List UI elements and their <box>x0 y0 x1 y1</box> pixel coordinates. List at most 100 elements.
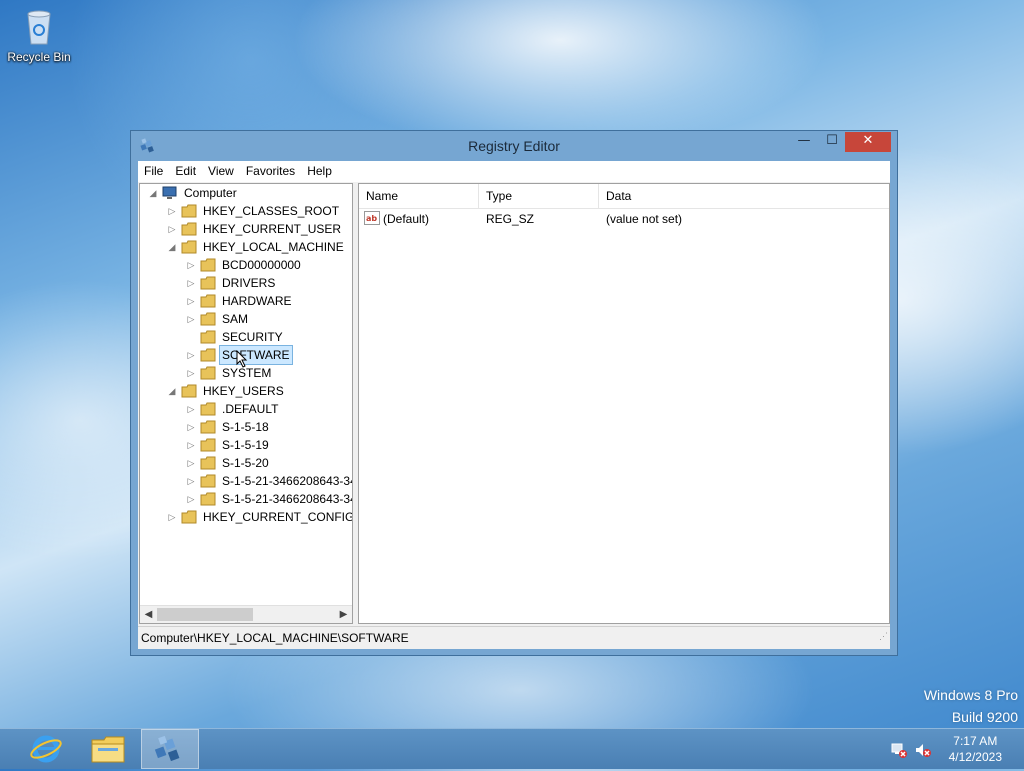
expand-arrow-icon[interactable]: ▷ <box>186 310 196 328</box>
registry-tree[interactable]: ◢ Computer ▷ HKEY_CLASSES_ROOT ▷ HKEY_CU… <box>139 183 353 624</box>
expand-arrow-icon[interactable]: ▷ <box>186 274 196 292</box>
resize-grip-icon[interactable]: ⋰ <box>879 625 888 647</box>
string-value-icon: ab <box>364 211 380 230</box>
window-title: Registry Editor <box>468 138 560 154</box>
tree-node-hku[interactable]: ◢ HKEY_USERS <box>140 382 352 400</box>
menu-view[interactable]: View <box>202 161 240 182</box>
tree-node-hkcu[interactable]: ▷ HKEY_CURRENT_USER <box>140 220 352 238</box>
registry-editor-window: Registry Editor — ☐ ✕ File Edit View Favori… <box>130 130 898 656</box>
network-status-icon[interactable] <box>890 741 908 759</box>
close-button[interactable]: ✕ <box>845 132 891 152</box>
tree-label: .DEFAULT <box>222 402 279 416</box>
title-bar[interactable]: Registry Editor — ☐ ✕ <box>131 131 897 161</box>
recycle-bin-desktop-icon[interactable]: Recycle Bin <box>4 6 74 64</box>
expand-arrow-icon[interactable]: ▷ <box>186 472 196 490</box>
expand-arrow-icon[interactable]: ▷ <box>167 220 177 238</box>
expand-arrow-icon[interactable]: ▷ <box>186 364 196 382</box>
volume-muted-icon[interactable] <box>914 741 932 759</box>
expand-arrow-icon[interactable]: ▷ <box>186 346 196 364</box>
recycle-bin-label: Recycle Bin <box>7 50 71 64</box>
tree-label: HARDWARE <box>222 294 292 308</box>
folder-icon <box>200 420 216 434</box>
taskbar-internet-explorer[interactable] <box>18 730 74 768</box>
tree-node-hklm[interactable]: ◢ HKEY_LOCAL_MACHINE <box>140 238 352 256</box>
status-bar: Computer\HKEY_LOCAL_MACHINE\SOFTWARE ⋰ <box>138 626 890 649</box>
taskbar: 7:17 AM 4/12/2023 <box>0 728 1024 769</box>
expand-arrow-icon[interactable]: ▷ <box>186 418 196 436</box>
expand-arrow-icon[interactable]: ▷ <box>167 202 177 220</box>
tree-label: HKEY_LOCAL_MACHINE <box>203 240 344 254</box>
column-header-data[interactable]: Data <box>599 184 889 208</box>
expand-arrow-icon[interactable]: ▷ <box>186 256 196 274</box>
expand-arrow-icon[interactable]: ▷ <box>186 400 196 418</box>
folder-icon <box>200 330 216 344</box>
tree-node-computer[interactable]: ◢ Computer <box>140 184 352 202</box>
tree-node-software[interactable]: ▷ SOFTWARE <box>140 345 352 368</box>
expand-arrow-icon[interactable]: ▷ <box>167 508 177 526</box>
expand-arrow-icon[interactable]: ▷ <box>186 454 196 472</box>
watermark-edition: Windows 8 Pro <box>923 687 1018 703</box>
tree-label: BCD00000000 <box>222 258 301 272</box>
collapse-arrow-icon[interactable]: ◢ <box>167 238 177 256</box>
folder-icon <box>200 294 216 308</box>
folder-icon <box>200 366 216 380</box>
tree-label: HKEY_CLASSES_ROOT <box>203 204 340 218</box>
tree-node-system[interactable]: ▷ SYSTEM <box>140 364 352 382</box>
collapse-arrow-icon[interactable]: ◢ <box>148 184 158 202</box>
folder-icon <box>200 258 216 272</box>
taskbar-file-explorer[interactable] <box>80 730 136 768</box>
tree-node-drivers[interactable]: ▷ DRIVERS <box>140 274 352 292</box>
tree-node-s-1-5-19[interactable]: ▷ S-1-5-19 <box>140 436 352 454</box>
folder-icon <box>181 204 197 218</box>
tree-node-hardware[interactable]: ▷ HARDWARE <box>140 292 352 310</box>
tree-label: SYSTEM <box>222 366 272 380</box>
client-area: ◢ Computer ▷ HKEY_CLASSES_ROOT ▷ HKEY_CU… <box>138 182 890 626</box>
tree-node-s-1-5-20[interactable]: ▷ S-1-5-20 <box>140 454 352 472</box>
registry-editor-icon <box>154 735 180 762</box>
expand-arrow-icon[interactable]: ▷ <box>186 292 196 310</box>
tree-label: SAM <box>222 312 249 326</box>
menu-favorites[interactable]: Favorites <box>240 161 301 182</box>
maximize-button[interactable]: ☐ <box>819 132 845 152</box>
folder-icon <box>200 312 216 326</box>
list-item[interactable]: ab (Default) REG_SZ (value not set) <box>359 210 889 228</box>
menu-file[interactable]: File <box>138 161 169 182</box>
value-type: REG_SZ <box>486 212 535 226</box>
column-header-type[interactable]: Type <box>479 184 599 208</box>
scroll-right-arrow-icon[interactable]: ▶ <box>335 606 352 623</box>
system-clock[interactable]: 7:17 AM 4/12/2023 <box>949 733 1002 765</box>
menu-help[interactable]: Help <box>301 161 338 182</box>
value-name: (Default) <box>383 212 430 226</box>
expand-arrow-icon[interactable]: ▷ <box>186 436 196 454</box>
scroll-left-arrow-icon[interactable]: ◀ <box>140 606 157 623</box>
minimize-button[interactable]: — <box>791 132 817 152</box>
tree-node-default[interactable]: ▷ .DEFAULT <box>140 400 352 418</box>
scrollbar-thumb[interactable] <box>157 608 253 621</box>
folder-open-icon <box>181 240 197 254</box>
folder-icon <box>200 438 216 452</box>
tree-label: SECURITY <box>222 330 283 344</box>
values-list[interactable]: Name Type Data ab (Default) REG_SZ (valu… <box>358 183 890 624</box>
tree-node-s-1-5-21-b[interactable]: ▷ S-1-5-21-3466208643-348 <box>140 490 352 508</box>
tree-label: HKEY_USERS <box>203 384 284 398</box>
tree-node-s-1-5-21-a[interactable]: ▷ S-1-5-21-3466208643-348 <box>140 472 352 490</box>
tree-node-bcd[interactable]: ▷ BCD00000000 <box>140 256 352 274</box>
tree-node-security[interactable]: SECURITY <box>140 328 352 346</box>
tree-node-hkcc[interactable]: ▷ HKEY_CURRENT_CONFIG <box>140 508 352 526</box>
tree-node-s-1-5-18[interactable]: ▷ S-1-5-18 <box>140 418 352 436</box>
tree-label: HKEY_CURRENT_CONFIG <box>203 510 353 524</box>
tree-horizontal-scrollbar[interactable]: ◀ ▶ <box>140 605 352 623</box>
tree-node-hkcr[interactable]: ▷ HKEY_CLASSES_ROOT <box>140 202 352 220</box>
clock-date: 4/12/2023 <box>948 750 1002 764</box>
folder-icon <box>200 474 216 488</box>
taskbar-registry-editor[interactable] <box>141 729 199 769</box>
tree-node-sam[interactable]: ▷ SAM <box>140 310 352 328</box>
folder-icon <box>200 492 216 506</box>
watermark-build: Build 9200 <box>951 709 1018 725</box>
list-header: Name Type Data <box>359 184 889 209</box>
collapse-arrow-icon[interactable]: ◢ <box>167 382 177 400</box>
folder-icon <box>200 276 216 290</box>
column-header-name[interactable]: Name <box>359 184 479 208</box>
menu-edit[interactable]: Edit <box>169 161 202 182</box>
expand-arrow-icon[interactable]: ▷ <box>186 490 196 508</box>
